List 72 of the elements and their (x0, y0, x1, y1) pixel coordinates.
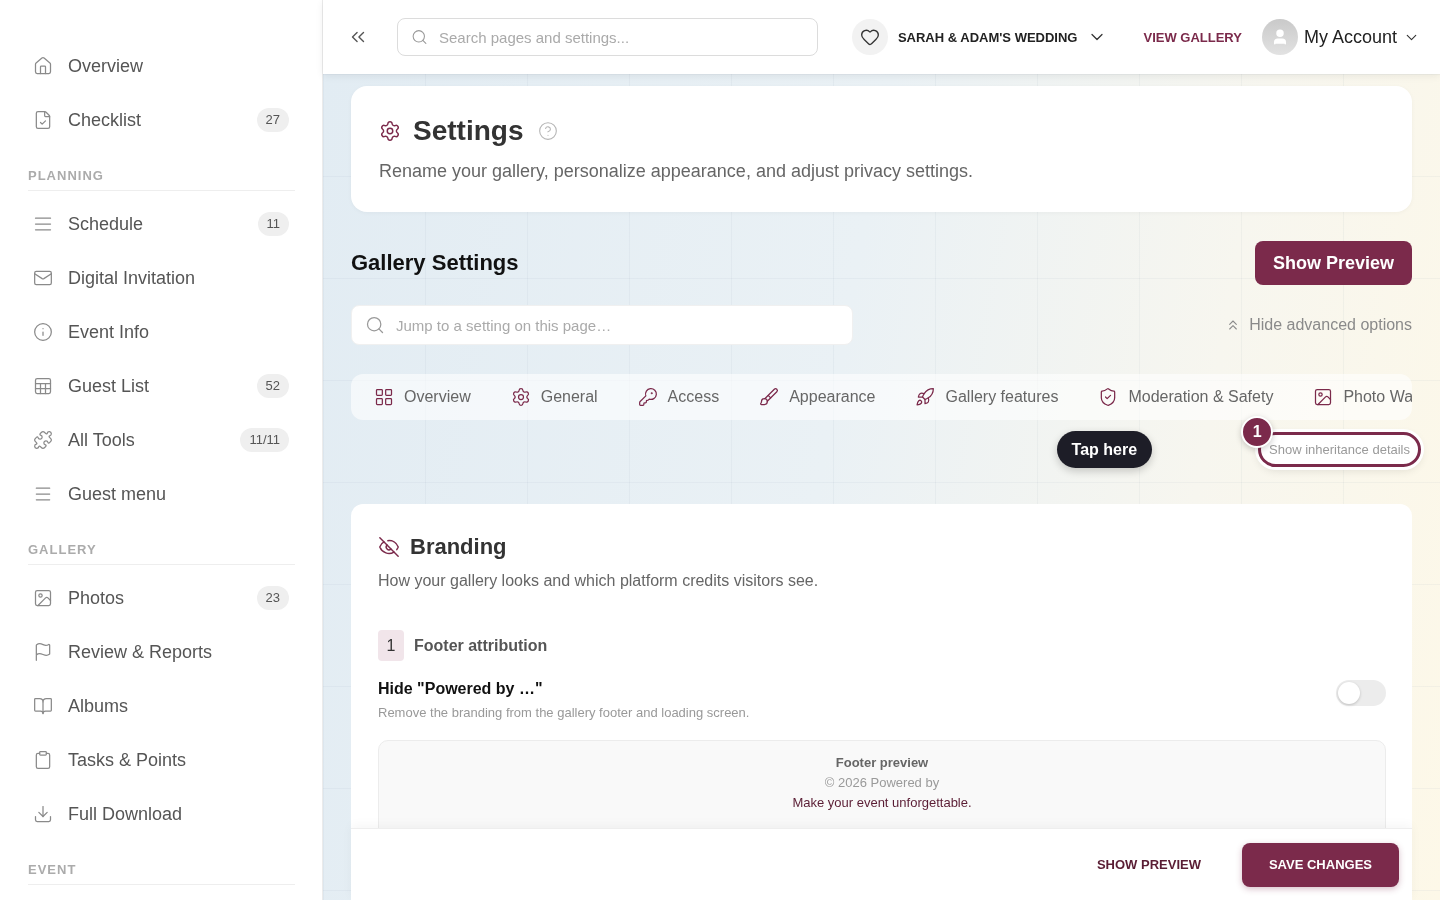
search-icon (411, 28, 428, 46)
count-badge: 11 (257, 212, 289, 236)
section-title: Gallery Settings (351, 250, 519, 276)
gear-icon (510, 387, 531, 407)
table-icon (33, 376, 53, 396)
settings-tab[interactable]: Appearance (759, 387, 876, 407)
settings-tab[interactable]: Moderation & Safety (1098, 387, 1274, 407)
sidebar-item[interactable]: Digital Invitation (28, 251, 295, 305)
file-check-icon (33, 110, 53, 130)
search-icon (365, 315, 385, 335)
card-title: Branding (410, 534, 507, 560)
sidebar-item[interactable]: All Tools 11/11 (28, 413, 295, 467)
settings-tab[interactable]: General (510, 387, 598, 407)
rocket-icon (915, 387, 936, 407)
sidebar-item[interactable]: Guest List 52 (28, 359, 295, 413)
clipboard-icon (33, 750, 53, 770)
sidebar-item[interactable]: Albums (28, 679, 295, 733)
puzzle-icon (33, 430, 53, 450)
sidebar-item[interactable]: Review & Reports (28, 625, 295, 679)
home-icon (33, 56, 53, 76)
toggle-switch[interactable] (1336, 680, 1386, 706)
info-icon (33, 322, 53, 342)
save-changes-button[interactable]: SAVE CHANGES (1241, 842, 1399, 887)
brush-icon (759, 387, 780, 407)
preview-tagline: Make your event unforgettable. (792, 795, 972, 811)
group-title: Footer attribution (414, 636, 548, 655)
preview-copyright: © 2026 Powered by (824, 775, 940, 791)
image-icon (1313, 387, 1334, 407)
sidebar-item[interactable]: Full Download (28, 787, 295, 841)
settings-tab[interactable]: Overview (374, 387, 471, 407)
settings-tab[interactable]: Gallery features (915, 387, 1059, 407)
show-preview-button[interactable]: Show Preview (1254, 241, 1412, 285)
card-description: How your gallery looks and which platform credits visitors see. (378, 571, 820, 591)
show-preview-button[interactable]: SHOW PREVIEW (1096, 857, 1201, 872)
account-menu[interactable]: My Account (1261, 19, 1420, 55)
key-icon (637, 387, 658, 407)
setting-description: Remove the branding from the gallery footer and loading screen. (378, 705, 750, 721)
settings-tab[interactable]: Access (637, 387, 720, 407)
tooltip: Tap here (1056, 431, 1153, 468)
mail-icon (33, 268, 53, 288)
download-icon (33, 804, 53, 824)
eye-off-icon (378, 536, 400, 558)
sidebar-item[interactable]: Guest menu (28, 467, 295, 521)
section-label: EVENT (28, 862, 78, 878)
sidebar-item[interactable]: Schedule 11 (28, 197, 295, 251)
book-icon (33, 696, 53, 716)
preview-title: Footer preview (835, 755, 929, 771)
grid-icon (374, 387, 394, 407)
sidebar-item[interactable]: Overview (28, 39, 295, 93)
setting-search-field[interactable]: Jump to a setting on this page… (351, 305, 853, 345)
flag-icon (33, 642, 53, 662)
section-label: PLANNING (28, 168, 105, 184)
sidebar-item[interactable]: Event Info (28, 305, 295, 359)
setting-label: Hide "Powered by …" (378, 679, 544, 699)
page-description: Rename your gallery, personalize appearance, and adjust privacy settings. (379, 160, 974, 182)
step-number: 1 (378, 630, 404, 661)
image-icon (33, 588, 53, 608)
count-badge: 27 (256, 108, 289, 132)
help-icon[interactable] (538, 121, 559, 141)
sidebar-item[interactable]: Tasks & Points (28, 733, 295, 787)
gear-icon (379, 120, 401, 142)
search-field[interactable]: Search pages and settings... (397, 18, 818, 56)
page-title: Settings (413, 115, 524, 147)
count-badge: 52 (256, 374, 289, 398)
view-gallery-link[interactable]: VIEW GALLERY (1143, 29, 1242, 45)
avatar-icon (1261, 19, 1298, 55)
section-label: GALLERY (28, 542, 98, 558)
count-badge: 23 (256, 586, 289, 610)
event-switcher[interactable]: SARAH & ADAM'S WEDDING (851, 19, 1108, 55)
sidebar-item[interactable]: Photos 23 (28, 571, 295, 625)
count-badge: 11/11 (240, 428, 289, 452)
sidebar-item[interactable]: Checklist 27 (28, 93, 295, 147)
